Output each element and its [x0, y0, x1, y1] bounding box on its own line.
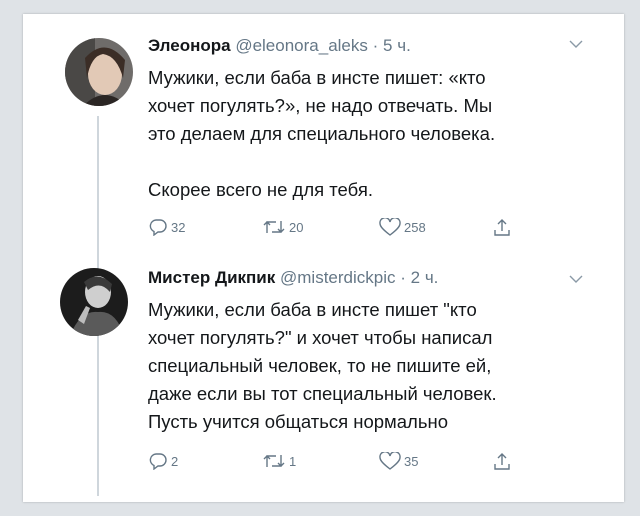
like-count: 35 [404, 454, 419, 469]
share-icon [494, 219, 510, 236]
tweet-text: Мужики, если баба в инсте пишет "кто хоч… [148, 299, 497, 432]
retweet-count: 20 [289, 219, 304, 235]
retweet-icon [263, 221, 285, 233]
share-button[interactable] [493, 218, 511, 237]
tweet-actions: 32 20 258 [148, 218, 528, 240]
chevron-down-icon[interactable] [569, 39, 583, 49]
author-name[interactable]: Мистер Дикпик [148, 268, 275, 287]
tweet-timestamp[interactable]: 5 ч. [383, 36, 411, 55]
share-button[interactable] [493, 452, 511, 471]
tweet-text: Мужики, если баба в инсте пишет: «кто хо… [148, 67, 496, 200]
like-count: 258 [404, 220, 426, 235]
reply-button[interactable]: 32 [148, 218, 185, 236]
retweet-button[interactable]: 1 [262, 452, 296, 470]
retweet-count: 1 [289, 453, 297, 469]
retweet-button[interactable]: 20 [262, 218, 303, 236]
separator-dot: · [400, 268, 406, 287]
author-handle[interactable]: @misterdickpic [280, 268, 396, 287]
reply-icon [149, 453, 167, 470]
chevron-down-icon[interactable] [569, 274, 583, 284]
reply-icon [149, 219, 167, 236]
retweet-icon [263, 455, 285, 467]
share-icon [494, 453, 510, 470]
tweet-timestamp[interactable]: 2 ч. [411, 268, 439, 287]
heart-icon [379, 218, 401, 236]
heart-icon [379, 452, 401, 470]
like-button[interactable]: 258 [379, 218, 426, 237]
like-button[interactable]: 35 [379, 452, 418, 471]
tweet-header: Элеонора @eleonora_aleks · 5 ч. [148, 36, 411, 56]
reply-count: 32 [171, 219, 186, 235]
reply-button[interactable]: 2 [148, 452, 178, 470]
tweet-header: Мистер Дикпик @misterdickpic · 2 ч. [148, 268, 438, 288]
avatar[interactable] [60, 268, 128, 336]
separator-dot: · [372, 36, 379, 55]
author-name[interactable]: Элеонора [148, 36, 231, 55]
avatar[interactable] [65, 38, 133, 106]
author-handle[interactable]: @eleonora_aleks [235, 36, 368, 55]
tweet-actions: 2 1 35 [148, 452, 528, 474]
reply-count: 2 [171, 453, 179, 469]
